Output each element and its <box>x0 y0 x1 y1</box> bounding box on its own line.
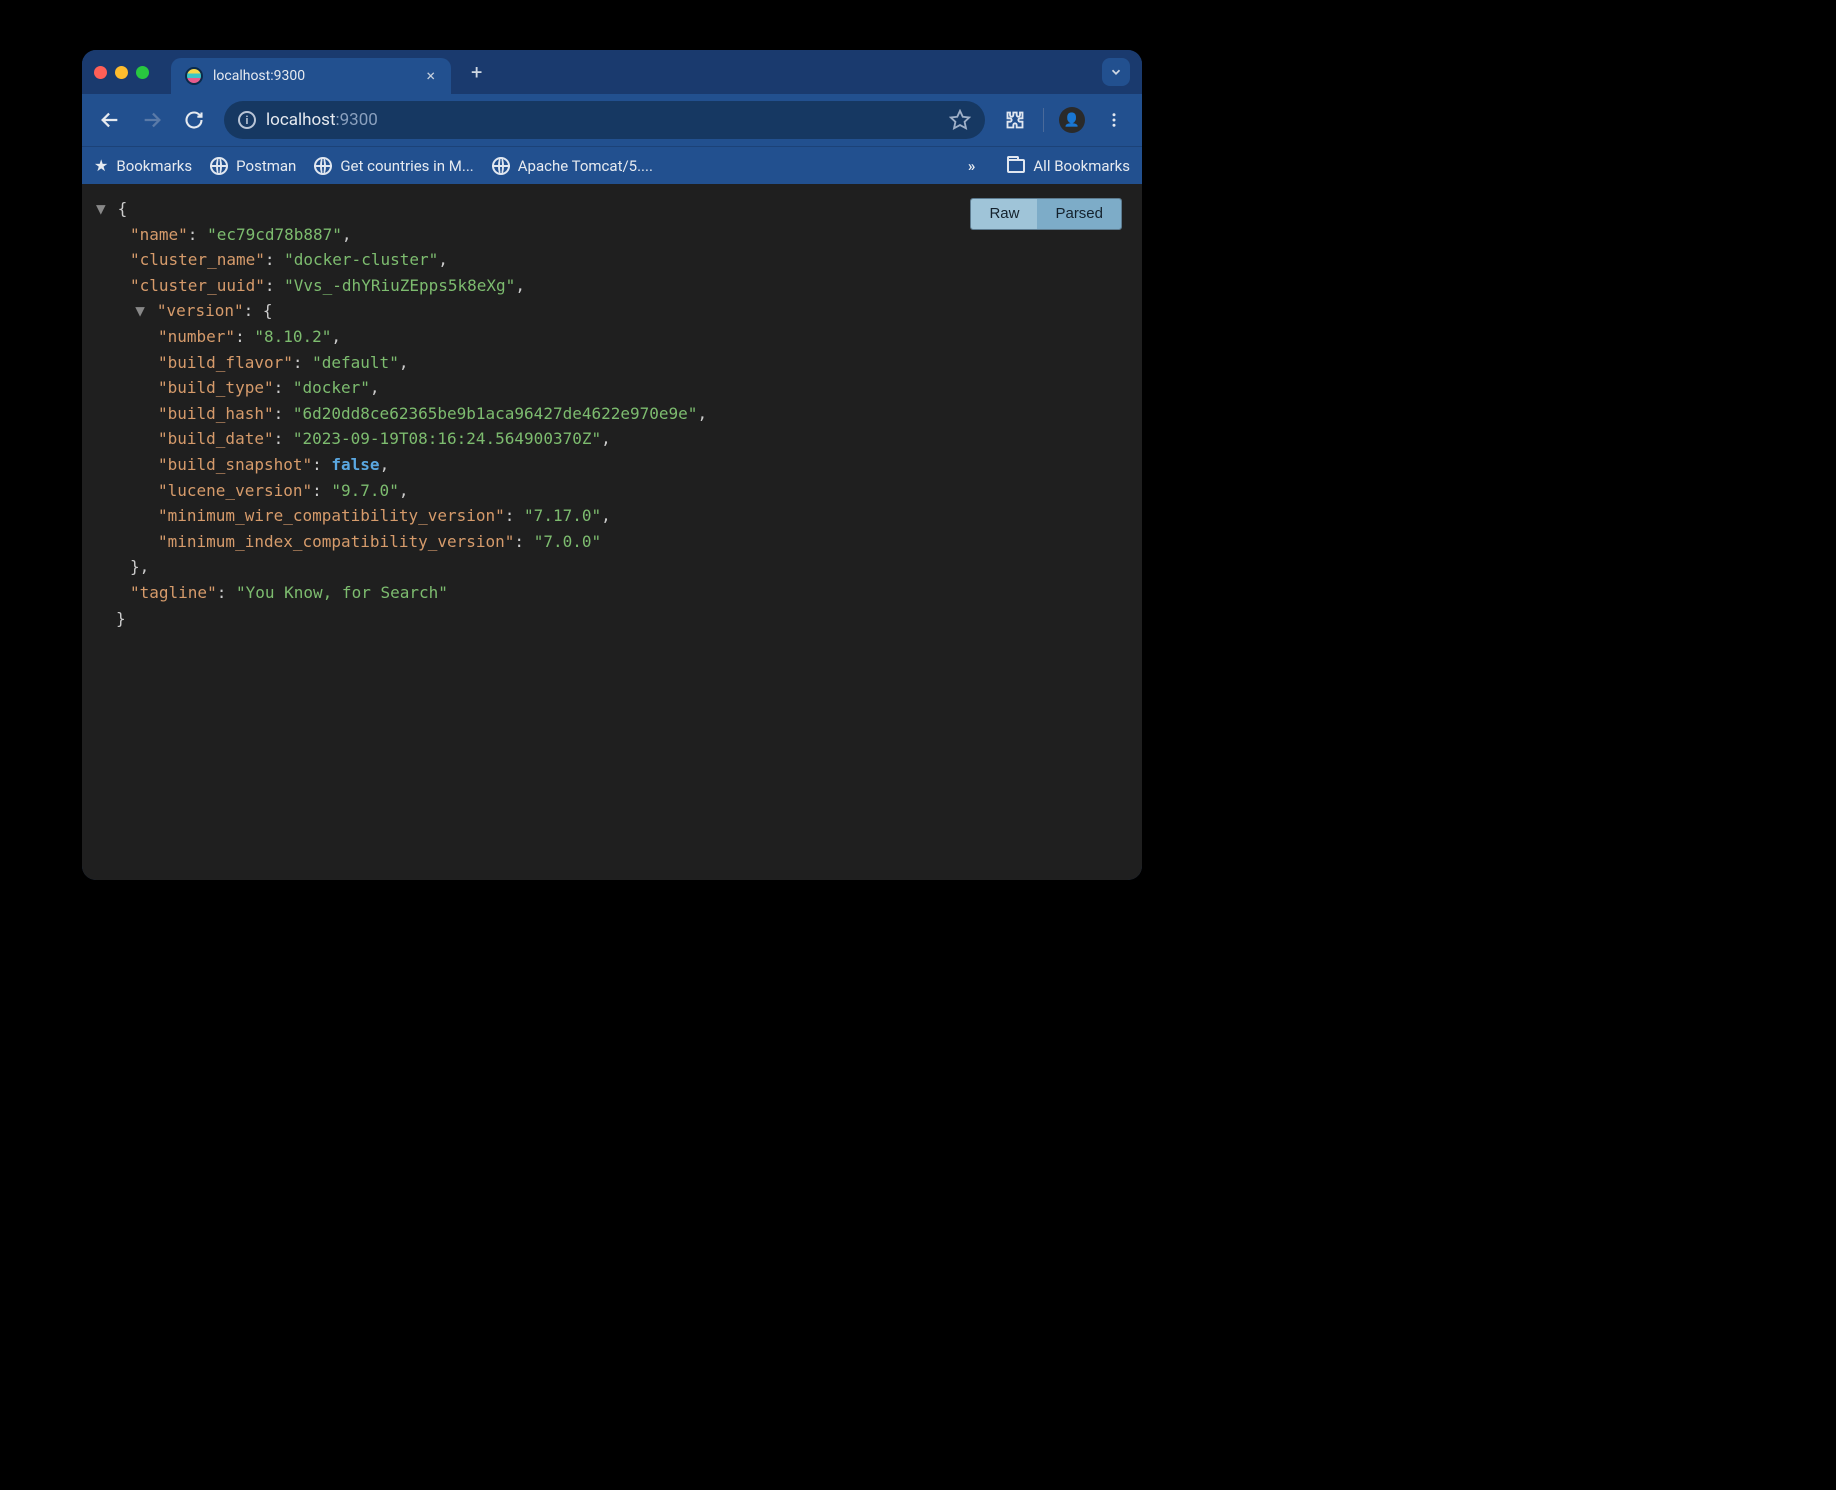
kebab-icon <box>1105 111 1123 129</box>
close-tab-button[interactable]: × <box>424 68 437 84</box>
parsed-toggle-button[interactable]: Parsed <box>1037 199 1121 229</box>
bookmarks-overflow-button[interactable]: » <box>968 157 976 175</box>
toolbar-divider <box>1043 108 1044 132</box>
globe-icon <box>492 157 510 175</box>
window-controls <box>94 66 149 79</box>
json-line: "minimum_index_compatibility_version": "… <box>96 529 1128 555</box>
json-line: "tagline": "You Know, for Search" <box>96 580 1128 606</box>
tabs-dropdown-button[interactable] <box>1102 58 1130 86</box>
bookmark-label: Postman <box>236 157 296 175</box>
bookmark-label: Get countries in M... <box>340 157 473 175</box>
arrow-right-icon <box>141 109 163 131</box>
reload-button[interactable] <box>176 102 212 138</box>
raw-toggle-button[interactable]: Raw <box>971 199 1037 229</box>
globe-icon <box>314 157 332 175</box>
globe-icon <box>210 157 228 175</box>
bookmarks-label: Bookmarks <box>116 157 192 175</box>
url-text: localhost:9300 <box>266 110 939 130</box>
browser-window: localhost:9300 × + i localhost:9300 <box>82 50 1142 880</box>
profile-button[interactable]: 👤 <box>1054 102 1090 138</box>
bookmark-item-tomcat[interactable]: Apache Tomcat/5.... <box>492 157 653 175</box>
chevron-down-icon <box>1109 65 1123 79</box>
back-button[interactable] <box>92 102 128 138</box>
puzzle-icon <box>1005 110 1025 130</box>
bookmarks-folder[interactable]: ★ Bookmarks <box>94 156 192 175</box>
bookmarks-bar: ★ Bookmarks Postman Get countries in M..… <box>82 146 1142 184</box>
json-line: } <box>96 606 1128 632</box>
address-bar[interactable]: i localhost:9300 <box>224 101 985 139</box>
site-info-icon[interactable]: i <box>238 111 256 129</box>
extensions-button[interactable] <box>997 102 1033 138</box>
browser-menu-button[interactable] <box>1096 102 1132 138</box>
json-line: "number": "8.10.2", <box>96 324 1128 350</box>
arrow-left-icon <box>99 109 121 131</box>
json-line: "build_date": "2023-09-19T08:16:24.56490… <box>96 426 1128 452</box>
bookmark-label: Apache Tomcat/5.... <box>518 157 653 175</box>
folder-icon <box>1007 159 1025 173</box>
url-port: :9300 <box>336 110 378 130</box>
disclosure-triangle-icon[interactable]: ▼ <box>96 196 108 222</box>
page-content: Raw Parsed ▼ { "name": "ec79cd78b887", "… <box>82 184 1142 880</box>
url-host: localhost <box>266 110 336 130</box>
json-line: "build_flavor": "default", <box>96 350 1128 376</box>
reload-icon <box>184 110 204 130</box>
json-line: "lucene_version": "9.7.0", <box>96 478 1128 504</box>
json-line: "build_type": "docker", <box>96 375 1128 401</box>
maximize-window-button[interactable] <box>136 66 149 79</box>
disclosure-triangle-icon[interactable]: ▼ <box>135 298 147 324</box>
view-toggle: Raw Parsed <box>970 198 1122 230</box>
profile-avatar-icon: 👤 <box>1059 107 1085 133</box>
close-window-button[interactable] <box>94 66 107 79</box>
json-line: }, <box>96 554 1128 580</box>
json-line: "build_hash": "6d20dd8ce62365be9b1aca964… <box>96 401 1128 427</box>
json-line: "build_snapshot": false, <box>96 452 1128 478</box>
json-line: "minimum_wire_compatibility_version": "7… <box>96 503 1128 529</box>
tab-title: localhost:9300 <box>213 68 414 84</box>
bookmark-item-postman[interactable]: Postman <box>210 157 296 175</box>
new-tab-button[interactable]: + <box>463 60 490 84</box>
star-filled-icon: ★ <box>94 156 108 175</box>
json-line: ▼ "version": { <box>96 298 1128 324</box>
browser-tab[interactable]: localhost:9300 × <box>171 58 451 94</box>
toolbar: i localhost:9300 👤 <box>82 94 1142 146</box>
all-bookmarks-label: All Bookmarks <box>1033 157 1130 175</box>
star-icon <box>949 109 971 131</box>
json-line: "cluster_name": "docker-cluster", <box>96 247 1128 273</box>
titlebar: localhost:9300 × + <box>82 50 1142 94</box>
minimize-window-button[interactable] <box>115 66 128 79</box>
bookmark-star-button[interactable] <box>949 109 971 131</box>
forward-button[interactable] <box>134 102 170 138</box>
tab-favicon-icon <box>185 67 203 85</box>
all-bookmarks-button[interactable]: All Bookmarks <box>1007 157 1130 175</box>
bookmark-item-countries[interactable]: Get countries in M... <box>314 157 473 175</box>
json-line: "cluster_uuid": "Vvs_-dhYRiuZEpps5k8eXg"… <box>96 273 1128 299</box>
